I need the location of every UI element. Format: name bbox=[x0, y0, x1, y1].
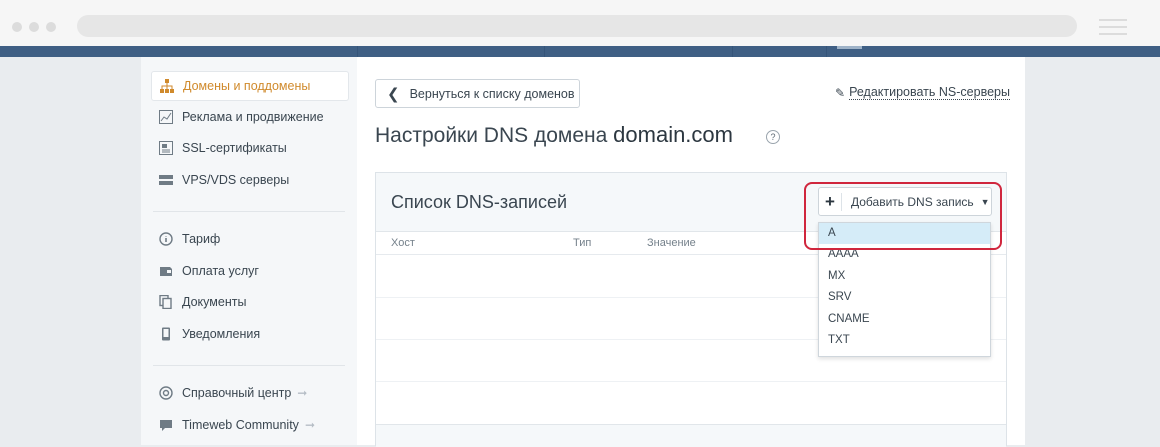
add-dns-record-label: Добавить DNS запись bbox=[851, 194, 974, 209]
sidebar-item-documents[interactable]: Документы bbox=[151, 288, 347, 316]
help-icon[interactable]: ? bbox=[766, 130, 780, 144]
caret-down-icon: ▼ bbox=[980, 196, 990, 207]
add-dns-record-button[interactable]: + Добавить DNS запись ▼ bbox=[818, 187, 992, 216]
dropdown-option-mx[interactable]: MX bbox=[819, 266, 990, 287]
table-row bbox=[376, 381, 1006, 382]
window-dot-icon bbox=[12, 22, 22, 32]
sidebar-item-label: Оплата услуг bbox=[182, 264, 259, 278]
sidebar-item-label: VPS/VDS серверы bbox=[182, 173, 290, 187]
sidebar-item-vps[interactable]: VPS/VDS серверы bbox=[151, 166, 347, 194]
window-dot-icon bbox=[46, 22, 56, 32]
sidebar-item-label: Справочный центр bbox=[182, 386, 292, 400]
domain-name: domain.com bbox=[613, 122, 733, 147]
dropdown-option-txt[interactable]: TXT bbox=[819, 330, 990, 351]
external-arrow-icon: ➞ bbox=[304, 418, 315, 432]
sidebar-item-label: Тариф bbox=[182, 232, 221, 246]
panel-footer bbox=[376, 424, 1006, 447]
edit-ns-label: Редактировать NS-серверы bbox=[849, 85, 1010, 100]
documents-icon bbox=[158, 294, 174, 310]
dropdown-option-cname[interactable]: CNAME bbox=[819, 309, 990, 330]
page-title: Настройки DNS домена domain.com bbox=[375, 122, 733, 148]
panel-title: Список DNS-записей bbox=[391, 192, 568, 212]
sidebar-item-tariff[interactable]: Тариф bbox=[151, 225, 347, 253]
sidebar-item-ads[interactable]: Реклама и продвижение bbox=[151, 103, 347, 131]
sidebar-divider bbox=[153, 211, 345, 212]
dns-type-dropdown: A AAAA MX SRV CNAME TXT bbox=[818, 222, 991, 357]
chat-icon bbox=[158, 417, 174, 433]
chevron-left-icon: ❮ bbox=[387, 85, 400, 103]
plus-icon: + bbox=[819, 192, 842, 211]
sidebar-item-community[interactable]: Timeweb Community ➞ bbox=[151, 411, 347, 439]
browser-chrome bbox=[0, 0, 1160, 46]
server-icon bbox=[158, 172, 174, 188]
sidebar-item-label: Реклама и продвижение bbox=[182, 110, 324, 124]
nav-active-indicator bbox=[837, 46, 862, 49]
info-icon bbox=[158, 231, 174, 247]
edit-ns-servers-link[interactable]: ✎ Редактировать NS-серверы bbox=[835, 85, 1010, 100]
wallet-icon bbox=[158, 263, 174, 279]
column-header-value[interactable]: Значение bbox=[647, 237, 696, 249]
sidebar-divider bbox=[153, 365, 345, 366]
sidebar-item-payment[interactable]: Оплата услуг bbox=[151, 257, 347, 285]
dropdown-option-aaaa[interactable]: AAAA bbox=[819, 244, 990, 265]
sidebar-item-label: Домены и поддомены bbox=[183, 79, 311, 93]
sitemap-icon bbox=[159, 78, 175, 94]
column-header-host[interactable]: Хост bbox=[391, 237, 415, 249]
page-title-prefix: Настройки DNS домена bbox=[375, 124, 608, 147]
menu-icon[interactable] bbox=[1099, 19, 1127, 40]
back-to-domains-button[interactable]: ❮ Вернуться к списку доменов bbox=[375, 79, 580, 108]
sidebar-item-label: Документы bbox=[182, 295, 247, 309]
window-dot-icon bbox=[29, 22, 39, 32]
sidebar-item-domains[interactable]: Домены и поддомены bbox=[151, 71, 349, 101]
sidebar: Домены и поддомены Реклама и продвижение… bbox=[141, 57, 357, 445]
sidebar-item-notifications[interactable]: Уведомления bbox=[151, 320, 347, 348]
sidebar-item-help-center[interactable]: Справочный центр ➞ bbox=[151, 379, 347, 407]
sidebar-item-label: Timeweb Community bbox=[182, 418, 299, 432]
phone-icon bbox=[158, 326, 174, 342]
sidebar-item-label: Уведомления bbox=[182, 327, 261, 341]
help-circle-icon bbox=[158, 385, 174, 401]
sidebar-item-ssl[interactable]: SSL-сертификаты bbox=[151, 134, 347, 162]
top-navigation bbox=[0, 46, 1160, 57]
dropdown-option-a[interactable]: A bbox=[819, 223, 990, 245]
address-bar[interactable] bbox=[77, 15, 1077, 37]
back-button-label: Вернуться к списку доменов bbox=[409, 86, 575, 101]
certificate-icon bbox=[158, 140, 174, 156]
chart-icon bbox=[158, 109, 174, 125]
pencil-icon: ✎ bbox=[835, 85, 846, 100]
external-arrow-icon: ➞ bbox=[297, 386, 308, 400]
dropdown-option-srv[interactable]: SRV bbox=[819, 287, 990, 308]
column-header-type[interactable]: Тип bbox=[573, 237, 591, 249]
sidebar-item-label: SSL-сертификаты bbox=[182, 141, 287, 155]
